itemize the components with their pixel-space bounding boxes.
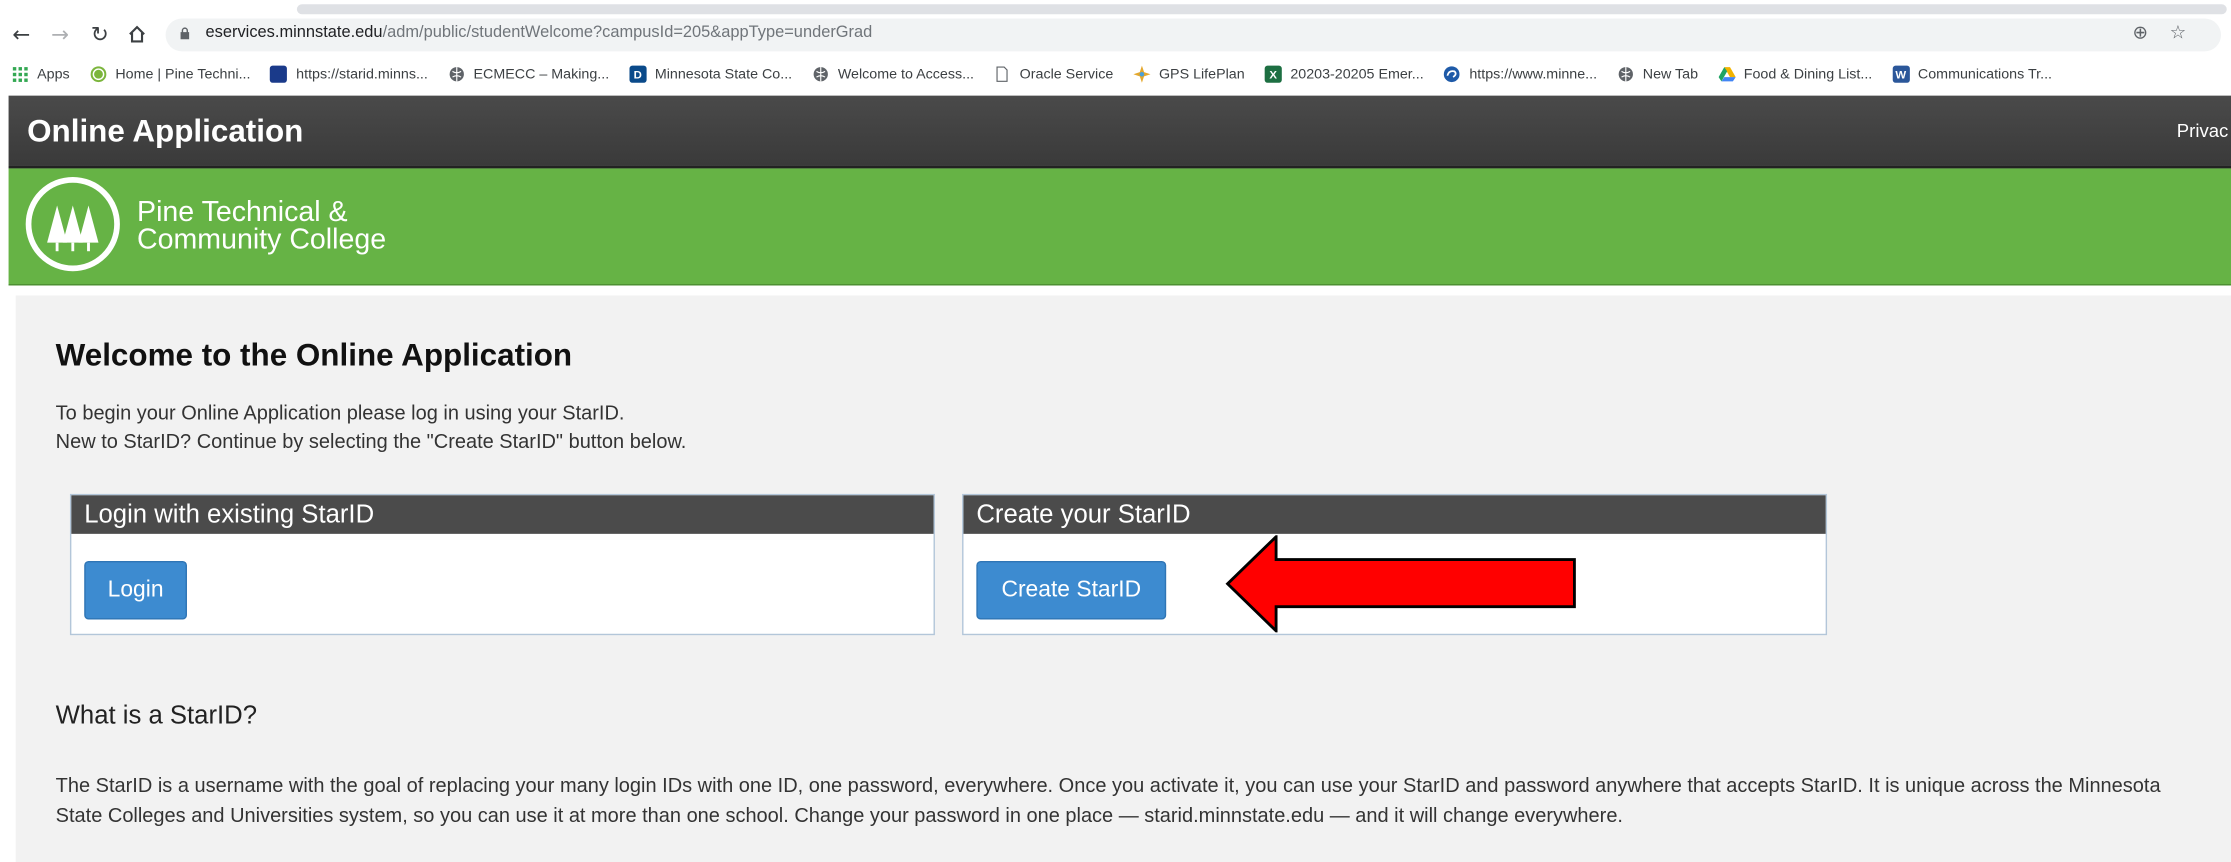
home-icon[interactable] (123, 20, 152, 49)
privacy-link[interactable]: Privac (2177, 120, 2229, 141)
college-name-line1: Pine Technical & (137, 196, 348, 229)
pine-tech-favicon-icon (90, 66, 107, 83)
globe-icon (812, 66, 829, 83)
bookmark-item[interactable]: D Minnesota State Co... (629, 65, 793, 83)
intro-line-1: To begin your Online Application please … (55, 401, 625, 424)
word-icon: W (1892, 65, 1910, 83)
bookmark-item[interactable]: W Communications Tr... (1892, 65, 2052, 83)
apps-grid-icon (11, 66, 28, 83)
bookmark-item[interactable]: GPS LifePlan (1133, 65, 1245, 83)
tab-strip (296, 4, 2227, 15)
globe-icon (1617, 66, 1634, 83)
starid-heading: What is a StarID? (55, 700, 257, 730)
starid-description: The StarID is a username with the goal o… (55, 773, 2161, 827)
bookmark-label: Welcome to Access... (837, 66, 974, 83)
drive-icon (1718, 66, 1736, 83)
college-name[interactable]: Pine Technical & Community College (137, 196, 387, 256)
bookmarks-bar: Apps Home | Pine Techni... https://starid.… (0, 59, 2231, 90)
bookmark-item[interactable]: Home | Pine Techni... (90, 66, 251, 83)
back-arrow-icon[interactable]: ← (7, 20, 36, 49)
app-header: Online Application Privac (8, 95, 2231, 169)
browser-window: ← → ↻ eservices.minnstate.edu/adm/public… (0, 0, 2231, 862)
bookmark-label: Food & Dining List... (1743, 66, 1873, 83)
bookmark-star-icon[interactable]: ☆ (2170, 23, 2187, 44)
address-bar[interactable]: eservices.minnstate.edu/adm/public/stude… (165, 18, 2222, 52)
bookmark-item[interactable]: ECMECC – Making... (448, 66, 609, 83)
bookmark-item[interactable]: Welcome to Access... (812, 66, 974, 83)
bookmark-item[interactable]: Oracle Service (994, 66, 1113, 83)
bookmark-label: ECMECC – Making... (473, 66, 610, 83)
page-icon (994, 66, 1011, 83)
edge-favicon-icon (1444, 66, 1461, 83)
college-brand-bar: Pine Technical & Community College (8, 168, 2231, 286)
bookmark-item[interactable]: Food & Dining List... (1718, 66, 1872, 83)
college-name-line2: Community College (137, 224, 387, 256)
bookmark-label: GPS LifePlan (1158, 66, 1245, 83)
bookmark-item[interactable]: X 20203-20205 Emer... (1264, 65, 1424, 83)
login-button[interactable]: Login (84, 560, 187, 620)
bookmark-item[interactable]: https://www.minne... (1444, 66, 1597, 83)
bookmark-label: Oracle Service (1019, 66, 1114, 83)
create-starid-button[interactable]: Create StarID (976, 560, 1167, 620)
d2l-favicon-icon: D (629, 65, 647, 83)
intro-text: To begin your Online Application please … (56, 398, 687, 455)
globe-icon (448, 66, 465, 83)
url-text: eservices.minnstate.edu/adm/public/stude… (205, 24, 873, 42)
pine-trees-logo-icon[interactable] (23, 174, 123, 274)
bookmark-label: Minnesota State Co... (654, 66, 793, 83)
login-panel: Login with existing StarID Login (69, 493, 935, 636)
bookmark-label: Home | Pine Techni... (115, 66, 251, 83)
page-title: Welcome to the Online Application (55, 336, 573, 373)
intro-line-2: New to StarID? Continue by selecting the… (55, 429, 687, 453)
create-panel-heading: Create your StarID (963, 495, 1826, 534)
gps-favicon-icon (1133, 65, 1151, 83)
browser-toolbar: ← → ↻ eservices.minnstate.edu/adm/public… (0, 14, 2231, 57)
reload-icon[interactable]: ↻ (86, 20, 115, 49)
bookmark-label: 20203-20205 Emer... (1290, 66, 1424, 83)
excel-icon: X (1264, 65, 1282, 83)
red-arrow-annotation (1225, 535, 1576, 633)
app-title: Online Application (27, 112, 304, 149)
bookmark-label: New Tab (1642, 66, 1699, 83)
zoom-icon[interactable]: ⊕ (2133, 23, 2149, 44)
bookmark-label: Communications Tr... (1917, 66, 2052, 83)
main-content: Welcome to the Online Application To beg… (15, 295, 2231, 862)
bookmark-item[interactable]: New Tab (1617, 66, 1698, 83)
forward-arrow-icon[interactable]: → (46, 20, 75, 49)
login-panel-heading: Login with existing StarID (71, 495, 934, 534)
bookmark-favicon-icon (270, 65, 288, 83)
bookmark-label: Apps (37, 66, 70, 83)
bookmark-label: https://www.minne... (1469, 66, 1598, 83)
bookmark-label: https://starid.minns... (296, 66, 428, 83)
bookmark-item[interactable]: https://starid.minns... (270, 65, 428, 83)
lock-icon (180, 27, 190, 40)
bookmark-item[interactable]: Apps (11, 66, 70, 83)
